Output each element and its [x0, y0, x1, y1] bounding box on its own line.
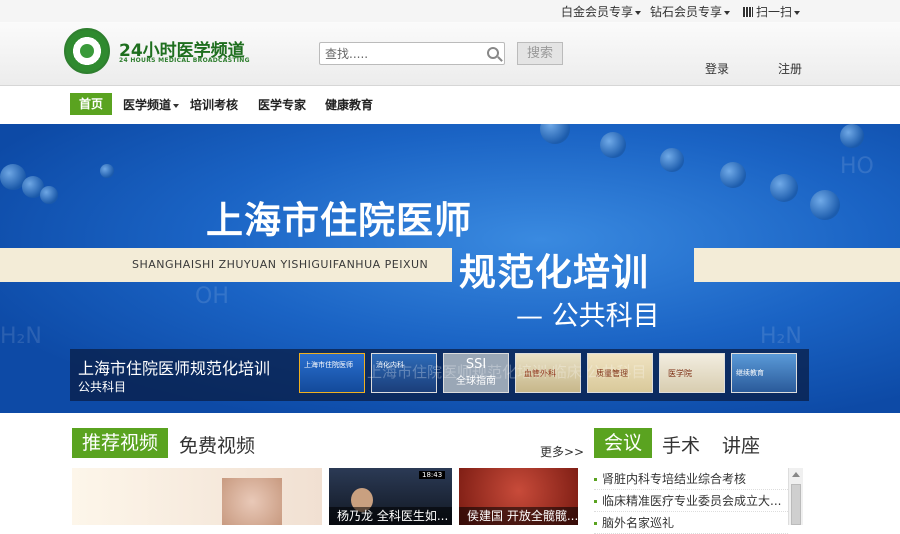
tab-free-videos[interactable]: 免费视频: [179, 431, 255, 458]
dna-bead-decoration: [540, 124, 570, 144]
list-item[interactable]: 脑外名家巡礼: [594, 512, 788, 534]
banner-title-line1: 上海市住院医师: [206, 199, 472, 242]
dna-bead-decoration: [810, 190, 840, 220]
chevron-down-icon: [794, 10, 801, 15]
tab-recommended-videos[interactable]: 推荐视频: [72, 428, 168, 458]
banner-overlay-text: 上海市住院医师规范化培训 临床 公共科目: [367, 363, 647, 381]
search-icon[interactable]: [487, 47, 499, 59]
site-subtitle: 24 HOURS MEDICAL BROADCASTING: [119, 57, 250, 64]
logo-icon[interactable]: [64, 28, 110, 74]
video-card-3[interactable]: 侯建国 开放全髋髋...: [459, 468, 578, 525]
dna-bead-decoration: [720, 162, 746, 188]
nav-item-health-education[interactable]: 健康教育: [325, 96, 373, 113]
tab-lectures[interactable]: 讲座: [722, 431, 760, 458]
list-item[interactable]: 肾脏内科专培结业综合考核: [594, 468, 788, 490]
banner-thumb-7[interactable]: 继续教育: [731, 353, 797, 393]
video-card-3-caption: 侯建国 开放全髋髋...: [459, 507, 578, 525]
banner-title-line2: 规范化培训: [459, 251, 649, 294]
qr-code-icon: [743, 7, 753, 17]
banner-bar-subtitle: 公共科目: [78, 380, 127, 394]
dna-bead-decoration: [660, 148, 684, 172]
tab-surgery[interactable]: 手术: [662, 431, 700, 458]
chem-decoration: HO: [840, 154, 874, 179]
dna-bead-decoration: [770, 174, 798, 202]
chevron-down-icon: [173, 103, 180, 108]
dna-bead-decoration: [100, 164, 114, 178]
search-button[interactable]: 搜索: [517, 42, 563, 65]
login-link[interactable]: 登录: [705, 60, 729, 77]
chem-decoration: H₂N: [760, 324, 802, 349]
dna-bead-decoration: [840, 124, 864, 148]
banner-pinyin: SHANGHAISHI ZHUYUAN YISHIGUIFANHUA PEIXU…: [132, 258, 429, 271]
chevron-down-icon: [724, 10, 731, 15]
main-nav: 首页 医学频道 培训考核 医学专家 健康教育: [0, 86, 900, 124]
dna-bead-decoration: [40, 186, 58, 204]
nav-item-experts[interactable]: 医学专家: [258, 96, 306, 113]
video-card-2[interactable]: 18:43 杨乃龙 全科医生如...: [329, 468, 452, 525]
banner-thumb-1[interactable]: 上海市住院医师: [299, 353, 365, 393]
chevron-down-icon: [635, 10, 642, 15]
top-utility-bar: 白金会员专享 钻石会员专享 扫一扫: [0, 0, 900, 22]
search-input[interactable]: [320, 43, 480, 64]
banner-thumb-6[interactable]: 医学院: [659, 353, 725, 393]
diamond-member-link[interactable]: 钻石会员专享: [650, 3, 731, 20]
dna-bead-decoration: [600, 132, 626, 158]
video-card-1-poster-text: [76, 472, 146, 502]
nav-item-medical-channel[interactable]: 医学频道: [123, 96, 180, 113]
more-videos-link[interactable]: 更多>>: [540, 443, 584, 460]
scroll-up-icon[interactable]: [792, 472, 800, 477]
video-card-1-image: [222, 478, 282, 525]
video-card-1[interactable]: [72, 468, 322, 525]
platinum-member-link[interactable]: 白金会员专享: [561, 3, 642, 20]
tab-meetings[interactable]: 会议: [594, 428, 652, 458]
banner-title-line3: — 公共科目: [516, 301, 660, 332]
banner-pinyin-band-right: [694, 248, 900, 282]
list-item[interactable]: 临床精准医疗专业委员会成立大...: [594, 490, 788, 512]
scrollbar-thumb[interactable]: [791, 484, 801, 525]
meeting-list-scrollbar[interactable]: [788, 468, 803, 525]
chem-decoration: H₂N: [0, 324, 42, 349]
video-card-2-caption: 杨乃龙 全科医生如...: [329, 507, 452, 525]
video-card-2-time: 18:43: [419, 471, 446, 479]
nav-item-training[interactable]: 培训考核: [190, 96, 238, 113]
scan-link[interactable]: 扫一扫: [743, 3, 801, 20]
nav-item-home[interactable]: 首页: [70, 93, 112, 115]
register-link[interactable]: 注册: [778, 60, 802, 77]
hero-banner[interactable]: HO OH H₂N H₂N 上海市住院医师 SHANGHAISHI ZHUYUA…: [0, 124, 900, 413]
search-box: [319, 42, 505, 65]
chem-decoration: OH: [195, 284, 229, 309]
banner-bar-title: 上海市住院医师规范化培训: [78, 359, 271, 378]
meeting-list: 肾脏内科专培结业综合考核 临床精准医疗专业委员会成立大... 脑外名家巡礼: [594, 468, 788, 534]
site-header: 24小时医学频道 24 HOURS MEDICAL BROADCASTING 搜…: [0, 22, 900, 86]
